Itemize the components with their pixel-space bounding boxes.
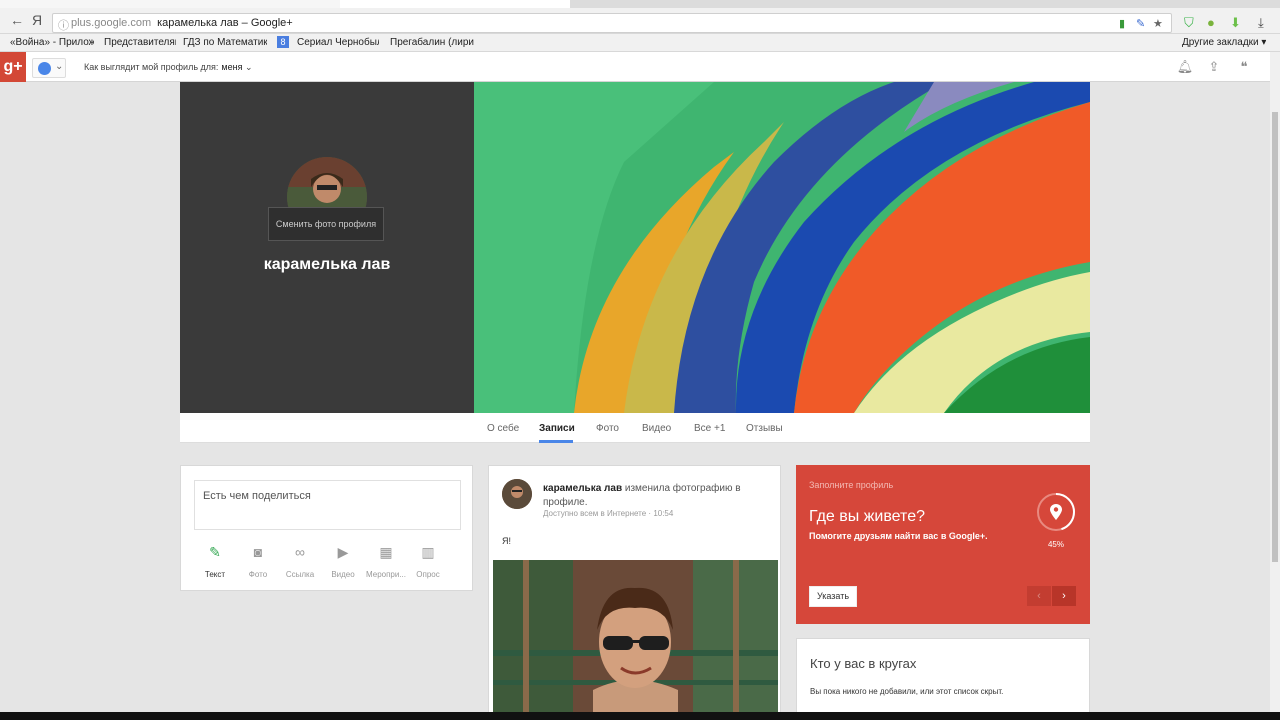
share-icon[interactable]: ⇪	[1205, 58, 1223, 76]
user-icon	[38, 62, 51, 75]
hangouts-icon[interactable]: ❝	[1235, 58, 1253, 76]
view-as-label: Как выглядит мой профиль для:	[84, 62, 219, 72]
post-visibility[interactable]: Доступно всем в Интернете	[543, 509, 646, 518]
other-bookmarks[interactable]: Другие закладки ▾	[1182, 37, 1266, 48]
address-bar[interactable]: ⓘ plus.google.com карамелька лав – Googl…	[52, 13, 1172, 33]
chevron-down-icon: ⌄	[55, 61, 64, 72]
tab-reviews[interactable]: Отзывы	[746, 423, 783, 434]
chevron-right-icon[interactable]: ›	[1052, 586, 1076, 606]
download-manager-icon[interactable]: ⬇	[1230, 15, 1241, 31]
profile-tabs: О себе Записи Фото Видео Все +1 Отзывы	[180, 413, 1090, 443]
share-option-label: Меропри...	[365, 570, 407, 579]
page-scrollbar[interactable]	[1270, 52, 1280, 720]
video-icon: ▶	[337, 544, 349, 560]
view-as-selector[interactable]: Как выглядит мой профиль для: меня ⌄	[84, 62, 253, 73]
circles-empty-text: Вы пока никого не добавили, или этот спи…	[810, 687, 1004, 696]
location-pin-icon	[1050, 504, 1062, 520]
pencil-icon: ✎	[209, 544, 221, 560]
address-page-title: карамелька лав – Google+	[157, 17, 293, 29]
circles-title: Кто у вас в кругах	[810, 656, 917, 671]
scrollbar-thumb[interactable]	[1272, 112, 1278, 562]
bell-icon[interactable]: 🔔︎	[1176, 58, 1194, 76]
share-photo-button[interactable]: ◙ Фото	[236, 544, 280, 579]
post-photo[interactable]	[493, 560, 778, 720]
share-option-label: Ссылка	[285, 570, 315, 579]
bookmark-item[interactable]: Сериал Чернобыль	[297, 37, 379, 48]
share-option-label: Опрос	[416, 570, 440, 579]
bookmark-item[interactable]: ГДЗ по Математике	[183, 37, 267, 48]
link-icon: ∞	[295, 544, 305, 560]
camera-icon: ◙	[253, 544, 263, 560]
post-time[interactable]: 10:54	[653, 509, 673, 518]
site-info-icon[interactable]: ⓘ	[58, 17, 69, 33]
view-as-value: меня	[221, 62, 243, 72]
complete-profile-question: Где вы живете?	[809, 508, 925, 525]
star-icon[interactable]: ★	[1153, 17, 1163, 30]
complete-profile-help: Помогите друзьям найти вас в Google+.	[809, 531, 988, 541]
shield-icon[interactable]: ⛉	[1184, 15, 1194, 31]
share-option-label: Фото	[248, 570, 268, 579]
share-option-label: Текст	[204, 570, 226, 579]
post-author[interactable]: карамелька лав	[543, 483, 622, 494]
poll-icon: ▥	[421, 544, 435, 560]
change-photo-button[interactable]: Сменить фото профиля	[268, 207, 384, 241]
bookmark-item[interactable]: «Война» - Приложе	[10, 37, 94, 48]
bookmark-favicon-icon: 8	[277, 36, 289, 48]
tab-videos[interactable]: Видео	[642, 423, 671, 434]
share-input[interactable]: Есть чем поделиться	[194, 480, 461, 530]
back-arrow-icon[interactable]: ←	[10, 12, 24, 28]
tab-plus-ones[interactable]: Все +1	[694, 423, 725, 434]
profile-progress-percent: 45%	[1047, 540, 1064, 549]
active-tab-indicator	[539, 440, 573, 443]
tab-about[interactable]: О себе	[487, 423, 519, 434]
share-event-button[interactable]: ▦ Меропри...	[364, 544, 408, 579]
brush-icon[interactable]: ✎	[1136, 17, 1145, 30]
share-text-button[interactable]: ✎ Текст	[193, 544, 237, 579]
share-link-button[interactable]: ∞ Ссылка	[278, 544, 322, 579]
share-box: Есть чем поделиться ✎ Текст ◙ Фото ∞ Ссы…	[180, 465, 473, 591]
share-option-label: Видео	[331, 570, 355, 579]
circles-card: Кто у вас в кругах Вы пока никого не доб…	[796, 638, 1090, 720]
browser-toolbar: ← Я ⓘ plus.google.com карамелька лав – G…	[0, 0, 1280, 34]
bookmark-item[interactable]: Представителям	[104, 37, 176, 48]
gplus-logo[interactable]: g+	[0, 52, 26, 82]
post-meta: Доступно всем в Интернете · 10:54	[543, 509, 674, 518]
profile-name: карамелька лав	[263, 256, 391, 273]
chevron-left-icon[interactable]: ‹	[1027, 586, 1051, 606]
profile-header: Сменить фото профиля карамелька лав	[180, 82, 474, 413]
bookmarks-bar: «Война» - Приложе Представителям ГДЗ по …	[0, 34, 1280, 52]
event-icon: ▦	[379, 544, 393, 560]
view-as-button[interactable]: ⌄	[32, 58, 66, 78]
lock-icon: ▮	[1119, 18, 1126, 30]
address-domain: plus.google.com	[71, 17, 152, 29]
gplus-bar: g+ ⌄ Как выглядит мой профиль для: меня ⌄…	[0, 52, 1270, 82]
extension-icon[interactable]: ●	[1207, 15, 1215, 30]
profile-progress-ring	[1037, 493, 1075, 531]
post-header: карамелька лав изменила фотографию в про…	[543, 482, 763, 510]
share-poll-button[interactable]: ▥ Опрос	[406, 544, 450, 579]
tab-photos[interactable]: Фото	[596, 423, 619, 434]
specify-location-button[interactable]: Указать	[809, 586, 857, 607]
browser-tab[interactable]	[0, 0, 340, 8]
post-author-avatar[interactable]	[502, 479, 532, 509]
share-video-button[interactable]: ▶ Видео	[321, 544, 365, 579]
cover-photo[interactable]	[474, 82, 1090, 413]
tab-strip	[0, 0, 1280, 8]
chevron-down-icon: ⌄	[244, 62, 253, 72]
downloads-icon[interactable]: ⤓	[1258, 15, 1264, 31]
tab-posts[interactable]: Записи	[539, 423, 575, 434]
yandex-icon[interactable]: Я	[32, 12, 42, 28]
browser-tab-active[interactable]	[340, 0, 570, 8]
taskbar-edge	[0, 712, 1280, 720]
bookmark-item[interactable]: Прегабалин (лирика	[390, 37, 474, 48]
post-card: карамелька лав изменила фотографию в про…	[488, 465, 781, 720]
post-text: Я!	[502, 536, 511, 546]
complete-profile-card: Заполните профиль Где вы живете? Помогит…	[796, 465, 1090, 624]
complete-profile-kicker: Заполните профиль	[809, 480, 894, 490]
